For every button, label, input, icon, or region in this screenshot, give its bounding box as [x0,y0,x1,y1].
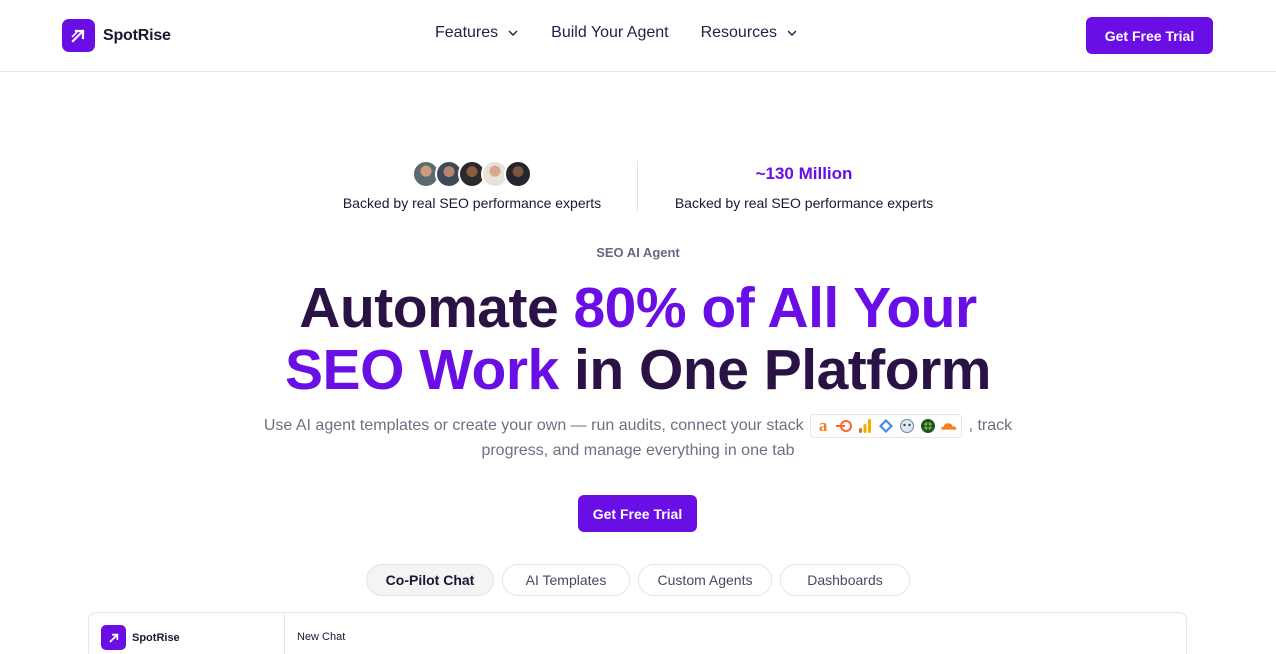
product-tabs: Co-Pilot Chat AI Templates Custom Agents… [366,564,910,596]
avatar [504,160,532,188]
ahrefs-icon: a [818,416,828,436]
subline-text: Use AI agent templates or create your ow… [263,417,809,434]
header-trial-button[interactable]: Get Free Trial [1086,17,1213,54]
search-console-icon [877,417,895,435]
screaming-frog-icon [898,417,916,435]
nav-item-label: Build Your Agent [551,24,669,41]
brand-name: SpotRise [103,26,171,44]
preview-brand: SpotRise [101,625,180,650]
main-nav: Features Build Your Agent Resources [435,24,798,42]
hero-trial-button[interactable]: Get Free Trial [578,495,697,532]
volume-stat: ~130 Million Backed by real SEO performa… [668,160,940,211]
headline-part: Automate [299,276,574,340]
tab-dashboards[interactable]: Dashboards [780,564,910,596]
chevron-down-icon [508,30,518,36]
headline-highlight: 80% of All Your [573,276,977,340]
hero-headline: Automate 80% of All Your SEO Work in One… [0,277,1276,401]
volume-value: ~130 Million [755,164,853,183]
brand-logo[interactable]: SpotRise [62,19,171,52]
nav-item-features[interactable]: Features [435,24,519,42]
nav-item-label: Resources [700,24,778,41]
chevron-down-icon [787,30,797,36]
stat-divider [637,161,638,211]
nav-item-resources[interactable]: Resources [701,24,798,42]
tab-co-pilot-chat[interactable]: Co-Pilot Chat [366,564,494,596]
nav-item-label: Features [435,24,499,41]
preview-brand-name: SpotRise [132,631,180,644]
hero-subline: Use AI agent templates or create your ow… [250,413,1026,463]
semrush-icon [835,417,853,435]
volume-caption: Backed by real SEO performance experts [674,195,934,211]
experts-caption: Backed by real SEO performance experts [342,195,602,211]
experts-stat: Backed by real SEO performance experts [337,160,607,211]
hero-eyebrow: SEO AI Agent [596,245,680,260]
headline-part: in One Platform [558,338,991,402]
logo-icon [101,625,126,650]
preview-sidebar: SpotRise [89,613,285,654]
google-analytics-icon [856,417,874,435]
new-chat-title[interactable]: New Chat [297,631,345,643]
nav-item-build-your-agent[interactable]: Build Your Agent [551,24,668,42]
tab-custom-agents[interactable]: Custom Agents [638,564,772,596]
tab-ai-templates[interactable]: AI Templates [502,564,630,596]
logo-icon [62,19,95,52]
cloudflare-icon [940,417,958,435]
app-preview: SpotRise New Chat [88,612,1187,654]
site-header: SpotRise Features Build Your Agent Resou… [0,0,1276,72]
tool-logos: a [810,413,963,438]
majestic-icon [919,417,937,435]
headline-highlight: SEO Work [285,338,559,402]
expert-avatars [337,160,607,188]
